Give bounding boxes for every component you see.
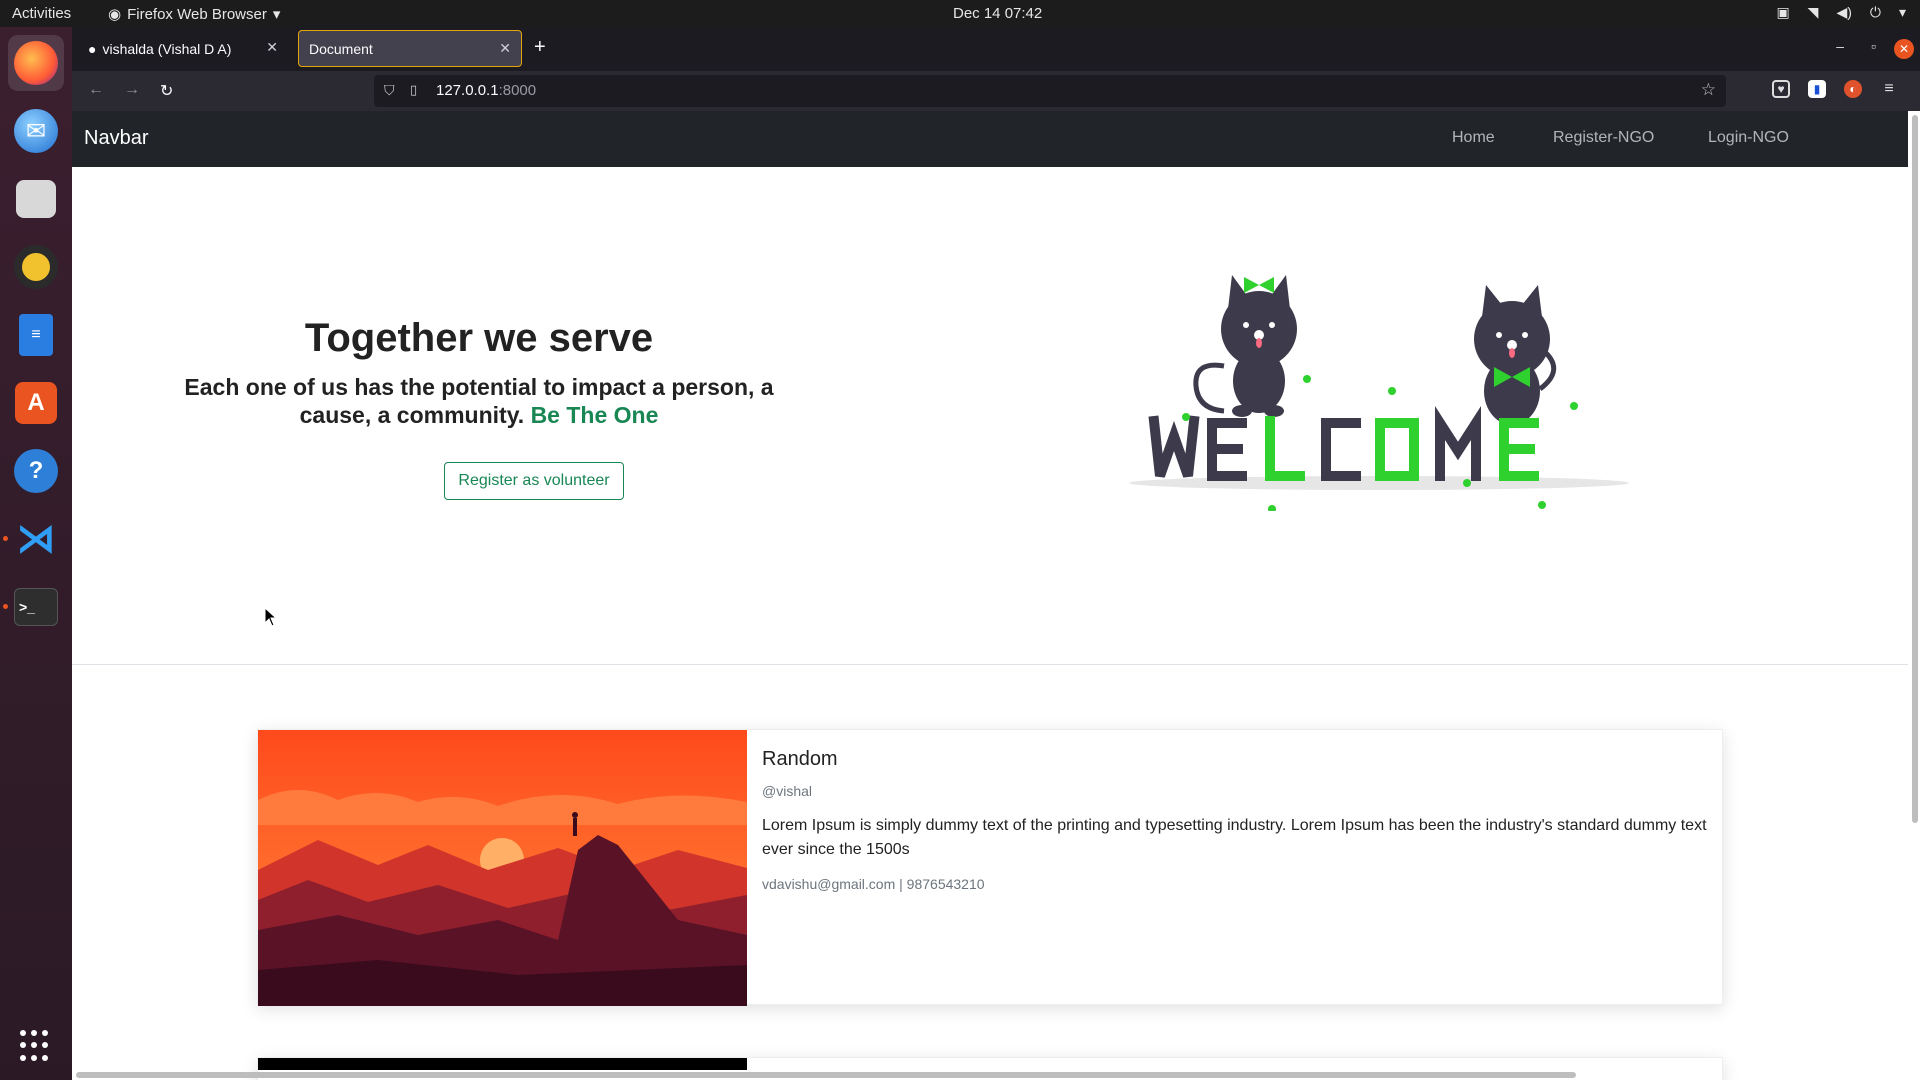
url-port: :8000 — [498, 82, 537, 99]
wifi-icon: ◥ — [1807, 4, 1819, 20]
close-tab-icon[interactable]: ✕ — [266, 39, 278, 56]
card-description: Lorem Ipsum is simply dummy text of the … — [762, 817, 1707, 858]
pocket-icon[interactable]: ♥ — [1772, 80, 1790, 98]
clock[interactable]: Dec 14 07:42 — [953, 5, 1042, 22]
hero-title: Together we serve — [304, 316, 654, 360]
reload-icon[interactable]: ↻ — [160, 81, 173, 101]
browser-tab-bar: ● vishalda (Vishal D A) ✕ Document ✕ + –… — [72, 27, 1920, 71]
dock-thunderbird[interactable]: ✉ — [8, 103, 64, 159]
section-divider — [72, 664, 1908, 665]
profile-extension-icon[interactable]: ◐ — [1844, 80, 1862, 98]
url-bar[interactable]: ⛉ ▯ 127.0.0.1:8000 ☆ — [374, 75, 1726, 107]
show-applications-button[interactable] — [20, 1030, 52, 1062]
tab-github[interactable]: ● vishalda (Vishal D A) ✕ — [78, 30, 288, 67]
dock-terminal[interactable]: >_ — [8, 579, 64, 635]
url-host: 127.0.0.1 — [436, 82, 499, 99]
extension-icon[interactable]: ▮ — [1808, 80, 1826, 98]
thunderbird-icon: ✉ — [14, 109, 58, 153]
card-handle: @vishal — [762, 783, 813, 799]
nav-link-home[interactable]: Home — [1452, 129, 1495, 147]
window-close-icon[interactable]: ✕ — [1894, 39, 1914, 59]
power-icon: ⏻ — [1869, 4, 1881, 20]
terminal-icon: >_ — [14, 588, 58, 626]
welcome-illustration — [1129, 275, 1629, 511]
libreoffice-writer-icon: ≡ — [19, 314, 53, 356]
app-menu[interactable]: ◉ Firefox Web Browser ▾ — [108, 5, 281, 24]
hero-text: Each one of us has the potential to impa… — [182, 373, 776, 429]
cat-left-illustration — [1193, 275, 1297, 417]
dock-rhythmbox[interactable] — [8, 239, 64, 295]
chevron-down-icon: ▾ — [1898, 4, 1906, 20]
vertical-scrollbar[interactable] — [1912, 115, 1918, 823]
page-icon[interactable]: ▯ — [410, 82, 417, 98]
close-tab-icon[interactable]: ✕ — [499, 40, 511, 57]
system-top-bar: Activities ◉ Firefox Web Browser ▾ Dec 1… — [0, 0, 1920, 27]
vscode-icon: ⋊ — [16, 517, 56, 561]
app-center-icon: A — [15, 382, 57, 424]
forward-icon[interactable]: → — [124, 81, 140, 99]
bookmark-star-icon[interactable]: ☆ — [1701, 80, 1716, 100]
dock-writer[interactable]: ≡ — [8, 307, 64, 363]
browser-toolbar: ← → ↻ ⛉ ▯ 127.0.0.1:8000 ☆ ♥ ▮ ◐ ≡ — [72, 71, 1920, 111]
system-tray[interactable]: ▣ ◥ ◀) ⏻ ▾ — [1776, 4, 1906, 21]
ngo-card: Random @vishal Lorem Ipsum is simply dum… — [257, 729, 1723, 1006]
firefox-small-icon: ◉ — [108, 6, 122, 23]
volume-icon: ◀) — [1836, 4, 1852, 20]
shield-icon[interactable]: ⛉ — [384, 82, 395, 99]
nav-link-login-ngo[interactable]: Login-NGO — [1708, 129, 1789, 147]
dock-files[interactable] — [8, 171, 64, 227]
rhythmbox-icon — [14, 245, 58, 289]
firefox-icon — [14, 41, 58, 85]
camera-icon: ▣ — [1776, 4, 1790, 20]
cat-right-illustration — [1474, 285, 1557, 425]
card-image — [258, 730, 747, 1006]
card-contact: vdavishu@gmail.com | 9876543210 — [762, 876, 985, 892]
tab-label: vishalda (Vishal D A) — [102, 40, 232, 57]
hamburger-menu-icon[interactable]: ≡ — [1880, 80, 1898, 98]
help-icon: ? — [14, 449, 58, 493]
navbar-brand[interactable]: Navbar — [84, 127, 148, 150]
tab-document[interactable]: Document ✕ — [298, 30, 522, 67]
mouse-cursor-icon — [264, 607, 278, 627]
url-text[interactable]: 127.0.0.1:8000 — [436, 82, 536, 99]
page-viewport: Navbar Home Register-NGO Login-NGO Toget… — [72, 111, 1920, 1080]
card-image — [258, 1058, 747, 1070]
ubuntu-dock: ✉ ≡ A ? ⋊ >_ — [0, 27, 72, 1080]
nav-link-register-ngo[interactable]: Register-NGO — [1553, 129, 1654, 147]
horizontal-scrollbar[interactable] — [76, 1072, 1576, 1078]
dock-firefox[interactable] — [8, 35, 64, 91]
dock-app-center[interactable]: A — [8, 375, 64, 431]
card-title: Random — [762, 748, 838, 770]
github-icon: ● — [88, 40, 97, 57]
files-icon — [16, 180, 56, 218]
app-menu-label: Firefox Web Browser — [127, 5, 267, 23]
minimize-icon[interactable]: – — [1836, 38, 1844, 54]
hero-highlight: Be The One — [530, 402, 659, 428]
dock-help[interactable]: ? — [8, 443, 64, 499]
tab-label: Document — [309, 40, 373, 57]
hero-text-main: Each one of us has the potential to impa… — [184, 374, 774, 428]
site-navbar: Navbar Home Register-NGO Login-NGO — [72, 111, 1908, 167]
restore-icon[interactable]: ▫ — [1871, 38, 1876, 54]
back-icon[interactable]: ← — [88, 81, 104, 99]
welcome-letters — [1148, 405, 1539, 481]
chevron-down-icon: ▾ — [272, 6, 281, 23]
activities-button[interactable]: Activities — [12, 5, 71, 22]
new-tab-icon[interactable]: + — [534, 36, 546, 59]
dock-vscode[interactable]: ⋊ — [8, 511, 64, 567]
register-volunteer-button[interactable]: Register as volunteer — [444, 462, 624, 500]
